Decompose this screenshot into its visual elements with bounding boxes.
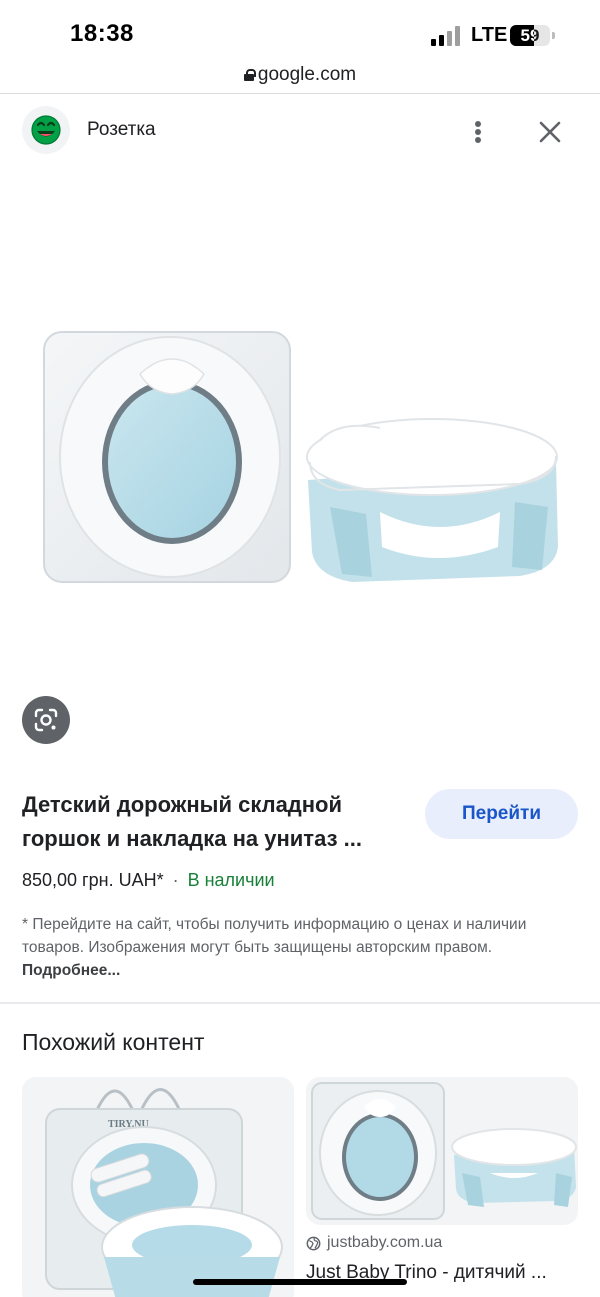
more-options-icon[interactable] (466, 118, 490, 146)
site-header: Розетка (0, 100, 600, 160)
network-type: LTE (471, 24, 508, 46)
signal-strength-icon (431, 24, 465, 46)
lens-icon (34, 708, 58, 732)
price-row: 850,00 грн. UAH* · В наличии (22, 870, 275, 891)
product-price: 850,00 грн. UAH* (22, 870, 164, 890)
close-icon[interactable] (536, 118, 564, 146)
site-logo[interactable] (22, 106, 70, 154)
availability-status: В наличии (187, 870, 275, 890)
similar-content-heading: Похожий контент (22, 1029, 205, 1055)
section-divider (0, 1002, 600, 1004)
battery-level: 59 (520, 26, 540, 45)
price-separator: · (172, 870, 179, 890)
battery-cap (552, 32, 555, 39)
lock-icon (243, 69, 256, 81)
product-image[interactable] (0, 162, 600, 762)
url-text: google.com (257, 64, 357, 85)
url-display[interactable]: google.com (243, 64, 357, 86)
home-indicator[interactable] (193, 1279, 407, 1285)
disclaimer-text: * Перейдите на сайт, чтобы получить инфо… (22, 916, 527, 956)
copyright-disclaimer: * Перейдите на сайт, чтобы получить инфо… (22, 913, 582, 982)
product-title[interactable]: Детский дорожный складной горшок и накла… (22, 788, 412, 856)
site-name[interactable]: Розетка (87, 119, 156, 141)
similar-card-1-image: TIRY.NU (45, 1088, 283, 1297)
similar-card-2-image (311, 1082, 577, 1220)
more-info-link[interactable]: Подробнее... (22, 962, 120, 979)
google-lens-button[interactable] (22, 696, 70, 744)
battery-icon: 59 (510, 25, 550, 46)
similar-card-2[interactable] (306, 1077, 578, 1225)
card-2-source-domain: justbaby.com.ua (327, 1234, 443, 1251)
go-to-site-button[interactable]: Перейти (425, 789, 578, 839)
rozetka-smiley-icon (31, 115, 61, 145)
globe-icon (306, 1236, 321, 1250)
card-2-source[interactable]: justbaby.com.ua (306, 1234, 442, 1252)
url-bar[interactable]: google.com (0, 58, 600, 94)
status-time: 18:38 (70, 20, 134, 47)
similar-card-1[interactable]: TIRY.NU (22, 1077, 294, 1297)
